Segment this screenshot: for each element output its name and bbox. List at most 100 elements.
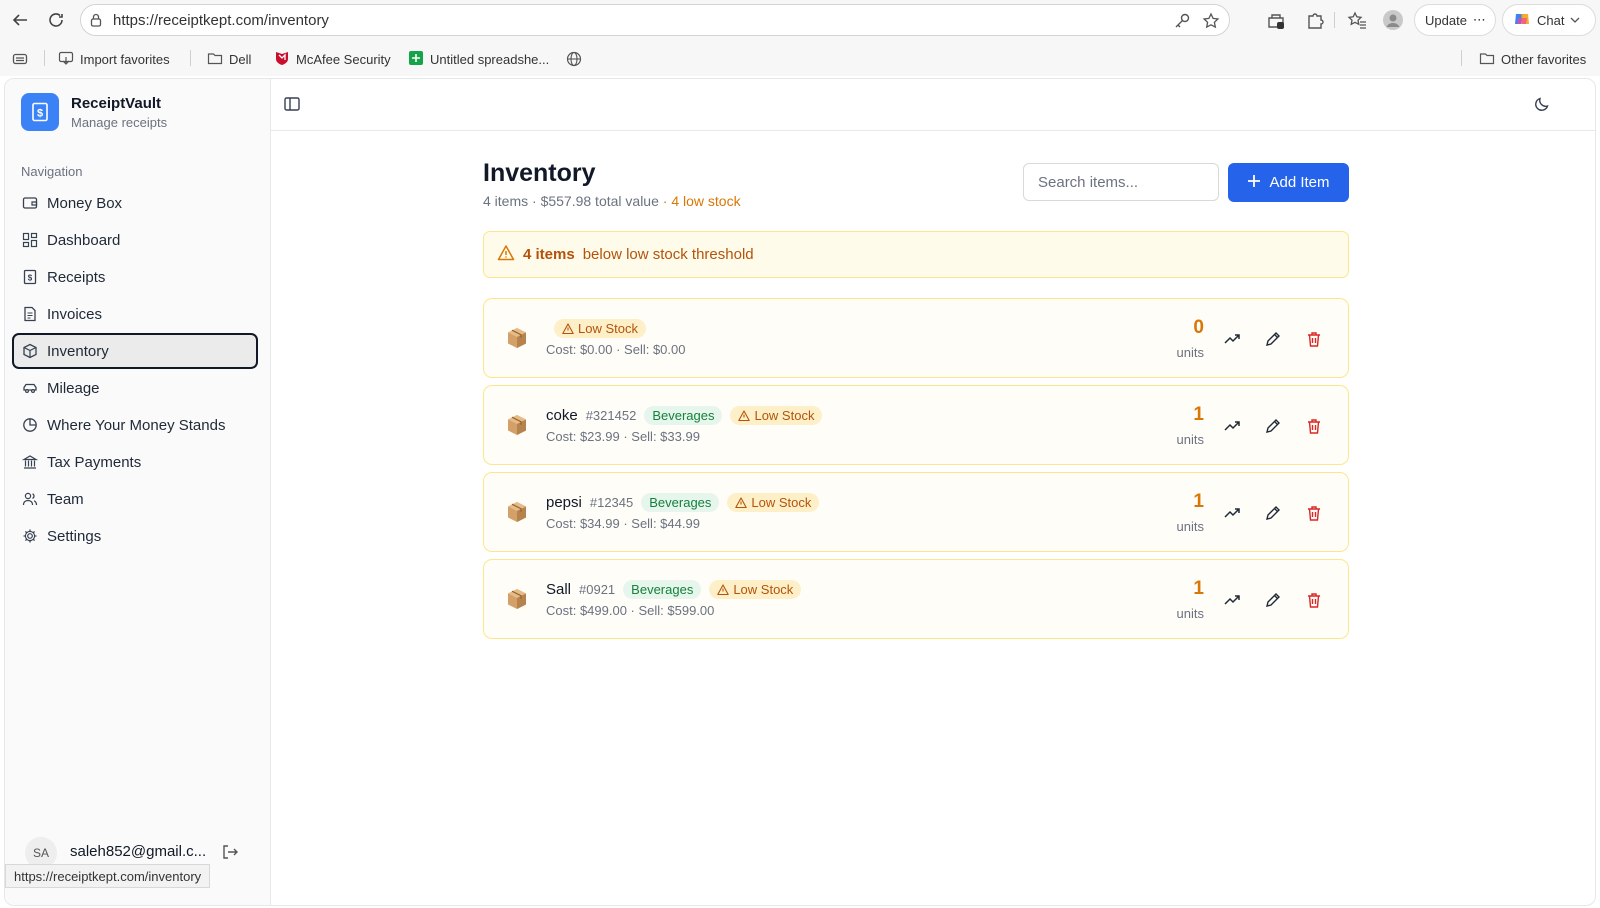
item-units: units [1176,606,1204,621]
bookmark-spreadsheet[interactable]: Untitled spreadshe... [408,49,549,69]
item-name: pepsi [546,494,582,511]
extension-badge-icon[interactable] [1265,9,1287,31]
trend-icon[interactable] [1221,502,1243,524]
bookmark-label: Dell [229,51,252,67]
bookmark-label: McAfee Security [296,51,391,67]
back-icon[interactable] [8,8,32,32]
more-icon: ⋯ [1472,12,1486,27]
item-prices: Cost: $499.00 · Sell: $599.00 [546,603,715,618]
item-name: coke [546,407,578,424]
bookmark-label: Import favorites [80,51,170,67]
sidebar-item-money-box[interactable]: Money Box [12,185,258,221]
trend-icon[interactable] [1221,415,1243,437]
refresh-icon[interactable] [44,8,68,32]
delete-trash-icon[interactable] [1303,502,1325,524]
brand-logo-icon: $ [21,93,59,131]
item-prices: Cost: $23.99 · Sell: $33.99 [546,429,700,444]
category-badge: Beverages [623,580,702,599]
inventory-summary: 4 items · $557.98 total value · 4 low st… [483,193,741,209]
globe-icon[interactable] [566,49,582,69]
lock-icon [89,13,103,32]
item-header: coke #321452 Beverages Low Stock [546,406,823,425]
sidebar-item-team[interactable]: Team [12,481,258,517]
edit-pencil-icon[interactable] [1262,415,1284,437]
brand-subtitle: Manage receipts [71,115,168,130]
bookmark-mcafee[interactable]: McAfee Security [274,49,391,69]
warning-icon [717,583,730,595]
item-header: pepsi #12345 Beverages Low Stock [546,493,820,512]
edit-pencil-icon[interactable] [1262,589,1284,611]
bookmarks-separator [190,50,191,66]
package-box-icon [504,325,530,356]
favorite-star-icon[interactable] [1202,12,1220,35]
update-button[interactable]: Update ⋯ [1414,4,1496,36]
bookmark-label: Other favorites [1501,51,1587,67]
sidebar-item-label: Invoices [47,305,103,323]
gear-icon [22,528,38,544]
edit-pencil-icon[interactable] [1262,502,1284,524]
item-quantity: 0 [1193,317,1204,338]
dark-mode-moon-icon[interactable] [1533,95,1551,118]
delete-trash-icon[interactable] [1303,328,1325,350]
sidebar-item-receipts[interactable]: $ Receipts [12,259,258,295]
sidebar-item-invoices[interactable]: Invoices [12,296,258,332]
reading-view-icon[interactable] [12,49,28,69]
car-icon [22,380,38,396]
search-input[interactable]: Search items... [1023,163,1219,201]
sidebar-item-label: Where Your Money Stands [47,416,226,434]
page-title: Inventory [483,159,596,187]
trend-icon[interactable] [1221,589,1243,611]
users-icon [22,491,38,507]
item-prices: Cost: $0.00 · Sell: $0.00 [546,342,686,357]
low-stock-summary: · 4 low stock [662,193,741,209]
address-url: https://receiptkept.com/inventory [113,12,329,29]
package-box-icon [504,412,530,443]
item-header: Sall #0921 Beverages Low Stock [546,580,802,599]
toolbar-separator [1334,12,1335,28]
badge-label: Low Stock [751,495,812,510]
item-sku: #0921 [579,582,616,597]
chat-button[interactable]: Chat [1502,4,1596,36]
trend-icon[interactable] [1221,328,1243,350]
badge-label: Low Stock [578,321,638,336]
inventory-row: coke #321452 Beverages Low Stock Cost: $… [483,385,1349,465]
key-icon[interactable] [1173,12,1191,35]
pie-chart-icon [22,417,38,433]
sidebar-toggle-icon[interactable] [283,95,301,118]
copilot-icon [1513,10,1531,31]
sidebar-item-label: Team [47,490,84,508]
add-item-button[interactable]: Add Item [1228,163,1349,202]
spreadsheet-icon [408,50,424,69]
low-stock-alert: 4 items below low stock threshold [483,231,1349,278]
delete-trash-icon[interactable] [1303,415,1325,437]
extensions-puzzle-icon[interactable] [1304,9,1326,31]
sidebar-item-label: Inventory [47,342,109,360]
edit-pencil-icon[interactable] [1262,328,1284,350]
favorites-icon[interactable] [1346,9,1368,31]
warning-icon [562,322,574,334]
sidebar-item-dashboard[interactable]: Dashboard [12,222,258,258]
bookmark-dell[interactable]: Dell [207,49,251,69]
address-bar[interactable]: https://receiptkept.com/inventory [80,4,1230,36]
bank-icon [22,454,38,470]
low-stock-badge: Low Stock [727,493,820,512]
sidebar-item-money-stands[interactable]: Where Your Money Stands [12,407,258,443]
logout-icon[interactable] [221,843,239,866]
sidebar: $ ReceiptVault Manage receipts Navigatio… [5,79,271,905]
folder-icon [1479,50,1495,69]
bookmark-other-favorites[interactable]: Other favorites [1479,49,1586,69]
sidebar-item-settings[interactable]: Settings [12,518,258,554]
inventory-row: Low Stock Cost: $0.00 · Sell: $0.00 0 un… [483,298,1349,378]
sidebar-item-mileage[interactable]: Mileage [12,370,258,406]
profile-avatar-icon[interactable] [1382,9,1404,31]
plus-icon [1247,174,1261,192]
delete-trash-icon[interactable] [1303,589,1325,611]
nav-heading: Navigation [21,164,83,179]
mcafee-shield-icon [274,50,290,69]
sidebar-item-inventory[interactable]: Inventory [12,333,258,369]
warning-icon [735,496,748,508]
user-email: saleh852@gmail.c... [70,843,207,860]
sidebar-item-tax-payments[interactable]: Tax Payments [12,444,258,480]
bookmark-import-favorites[interactable]: Import favorites [58,49,170,69]
bookmark-label: Untitled spreadshe... [430,51,550,67]
